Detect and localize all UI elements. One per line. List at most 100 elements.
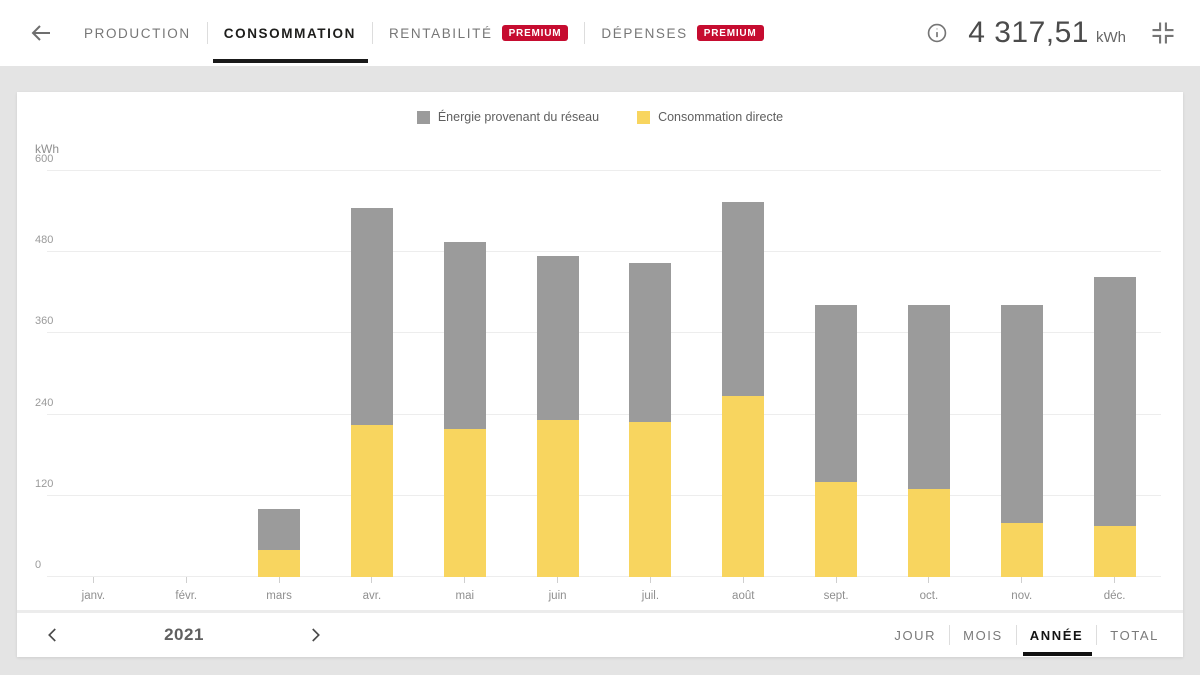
x-axis-label: nov. — [1011, 590, 1032, 602]
gridline — [47, 495, 1161, 496]
bar-segment-direct-consumption[interactable] — [351, 425, 393, 577]
y-tick-label: 360 — [35, 315, 53, 327]
x-tick — [928, 577, 929, 583]
bar-segment-grid-energy[interactable] — [629, 263, 671, 422]
bar-oct[interactable] — [908, 305, 950, 577]
bar-segment-direct-consumption[interactable] — [444, 429, 486, 577]
tab-divider — [372, 22, 373, 44]
x-tick — [557, 577, 558, 583]
x-axis-label: août — [732, 590, 754, 602]
bar-nov[interactable] — [1001, 305, 1043, 577]
bar-déc[interactable] — [1094, 277, 1136, 577]
info-button[interactable] — [926, 22, 948, 44]
bar-segment-grid-energy[interactable] — [351, 208, 393, 425]
year-label: 2021 — [164, 625, 204, 645]
gridline — [47, 414, 1161, 415]
header-right: 4 317,51 kWh — [926, 16, 1178, 50]
x-tick — [743, 577, 744, 583]
total-unit: kWh — [1096, 29, 1126, 46]
chart-card: Énergie provenant du réseau Consommation… — [17, 92, 1183, 657]
x-tick — [279, 577, 280, 583]
bar-segment-direct-consumption[interactable] — [1094, 526, 1136, 577]
period-view-tabs: JOUR MOIS ANNÉE TOTAL — [894, 625, 1159, 645]
gridline — [47, 251, 1161, 252]
view-divider — [1016, 625, 1017, 645]
legend-item-grid-energy[interactable]: Énergie provenant du réseau — [417, 110, 599, 124]
x-tick — [1021, 577, 1022, 583]
bar-segment-direct-consumption[interactable] — [629, 422, 671, 577]
legend-swatch-grid — [417, 111, 430, 124]
bar-août[interactable] — [722, 202, 764, 577]
view-tab-annee[interactable]: ANNÉE — [1030, 628, 1084, 643]
tab-consommation[interactable]: CONSOMMATION — [224, 0, 356, 66]
x-axis-label: juil. — [642, 590, 659, 602]
chart-area: Énergie provenant du réseau Consommation… — [17, 92, 1183, 610]
x-tick — [1114, 577, 1115, 583]
tab-divider — [207, 22, 208, 44]
x-axis-label: juin — [549, 590, 567, 602]
tab-divider — [584, 22, 585, 44]
y-tick-label: 120 — [35, 478, 53, 490]
bar-mars[interactable] — [258, 509, 300, 577]
x-axis-label: mars — [266, 590, 292, 602]
y-tick-label: 240 — [35, 397, 53, 409]
bar-segment-grid-energy[interactable] — [258, 509, 300, 550]
x-axis-label: sept. — [824, 590, 849, 602]
bar-segment-grid-energy[interactable] — [537, 256, 579, 420]
bar-segment-direct-consumption[interactable] — [815, 482, 857, 577]
tab-production[interactable]: PRODUCTION — [84, 0, 191, 66]
plot-area: 0120240360480600janv.févr.marsavr.maijui… — [47, 171, 1161, 577]
tab-label: PRODUCTION — [84, 26, 191, 41]
view-tab-jour[interactable]: JOUR — [894, 628, 936, 643]
total-consumption: 4 317,51 kWh — [968, 16, 1126, 50]
view-tab-total[interactable]: TOTAL — [1110, 628, 1159, 643]
tab-label: RENTABILITÉ — [389, 26, 493, 41]
previous-year-button[interactable] — [40, 622, 66, 648]
bar-segment-direct-consumption[interactable] — [908, 489, 950, 577]
gridline — [47, 170, 1161, 171]
x-tick — [371, 577, 372, 583]
gridline — [47, 332, 1161, 333]
bar-segment-direct-consumption[interactable] — [722, 396, 764, 577]
bar-segment-grid-energy[interactable] — [444, 242, 486, 429]
premium-badge: PREMIUM — [697, 25, 764, 41]
bar-sept[interactable] — [815, 305, 857, 577]
page-body: Énergie provenant du réseau Consommation… — [0, 66, 1200, 675]
bar-juil[interactable] — [629, 263, 671, 577]
x-axis-label: janv. — [82, 590, 105, 602]
bar-avr[interactable] — [351, 208, 393, 577]
bar-segment-grid-energy[interactable] — [722, 202, 764, 396]
bar-segment-direct-consumption[interactable] — [537, 420, 579, 577]
bar-segment-grid-energy[interactable] — [815, 305, 857, 482]
tab-label: DÉPENSES — [601, 26, 687, 41]
bar-segment-grid-energy[interactable] — [1001, 305, 1043, 523]
bar-segment-direct-consumption[interactable] — [258, 550, 300, 577]
top-nav: PRODUCTION CONSOMMATION RENTABILITÉ PREM… — [0, 0, 1200, 66]
bar-juin[interactable] — [537, 256, 579, 577]
bar-mai[interactable] — [444, 242, 486, 577]
bar-segment-direct-consumption[interactable] — [1001, 523, 1043, 577]
collapse-fullscreen-icon — [1149, 19, 1177, 47]
view-tab-mois[interactable]: MOIS — [963, 628, 1003, 643]
tab-depenses[interactable]: DÉPENSES PREMIUM — [601, 0, 763, 66]
chart-footer: 2021 JOUR MOIS ANNÉE TOTAL — [17, 613, 1183, 657]
bar-segment-grid-energy[interactable] — [1094, 277, 1136, 527]
legend-item-direct-consumption[interactable]: Consommation directe — [637, 110, 783, 124]
legend-label: Énergie provenant du réseau — [438, 110, 599, 124]
y-tick-label: 600 — [35, 153, 53, 165]
tab-rentabilite[interactable]: RENTABILITÉ PREMIUM — [389, 0, 568, 66]
x-axis-label: mai — [455, 590, 474, 602]
premium-badge: PREMIUM — [502, 25, 569, 41]
next-year-button[interactable] — [302, 622, 328, 648]
chart-legend: Énergie provenant du réseau Consommation… — [17, 110, 1183, 124]
chevron-left-icon — [44, 626, 62, 644]
x-axis-label: déc. — [1104, 590, 1126, 602]
view-divider — [949, 625, 950, 645]
bar-segment-grid-energy[interactable] — [908, 305, 950, 489]
x-tick — [836, 577, 837, 583]
legend-swatch-direct — [637, 111, 650, 124]
info-icon — [926, 22, 948, 44]
back-button[interactable] — [24, 16, 58, 50]
collapse-button[interactable] — [1148, 18, 1178, 48]
year-navigation: 2021 — [40, 622, 328, 648]
